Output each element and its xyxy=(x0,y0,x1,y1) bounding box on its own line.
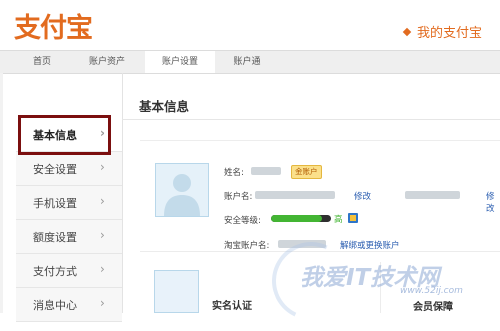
active-item-highlight xyxy=(18,115,111,155)
user-silhouette-icon xyxy=(164,174,200,216)
email-value-blurred xyxy=(405,191,460,199)
member-protection-title: 会员保障 xyxy=(413,302,453,313)
security-level-bar xyxy=(271,215,331,222)
chevron-right-icon: › xyxy=(100,228,105,242)
real-name-title: 实名认证 xyxy=(212,301,252,312)
sidebar-item-phone[interactable]: 手机设置 › xyxy=(16,186,122,220)
avatar xyxy=(155,163,209,217)
sidebar-item-label: 额度设置 xyxy=(33,231,77,244)
content-divider xyxy=(122,73,123,313)
unbind-taobao-link[interactable]: 解绑或更换账户 xyxy=(340,239,400,251)
security-level-text: 高 xyxy=(334,215,343,225)
nav-account-assets[interactable]: 账户资产 xyxy=(75,51,139,73)
security-level-fill xyxy=(271,215,322,222)
sidebar-item-label: 安全设置 xyxy=(33,163,77,176)
chevron-right-icon: › xyxy=(100,194,105,208)
edit-account-link[interactable]: 修改 xyxy=(354,190,371,202)
my-alipay-link[interactable]: 我的支付宝 xyxy=(402,22,482,41)
sidebar-item-payment[interactable]: 支付方式 › xyxy=(16,254,122,288)
nav-account-settings[interactable]: 账户设置 xyxy=(145,51,215,73)
diamond-icon xyxy=(402,27,412,36)
header: 支付宝 我的支付宝 xyxy=(0,0,500,50)
card-top-border xyxy=(140,140,500,141)
title-divider xyxy=(122,119,500,120)
id-card-icon xyxy=(154,270,199,313)
account-label: 账户名: xyxy=(224,192,253,202)
gold-account-badge: 金账户 xyxy=(291,165,322,179)
sidebar-item-limit[interactable]: 额度设置 › xyxy=(16,220,122,254)
sidebar-item-label: 消息中心 xyxy=(33,299,77,312)
chevron-right-icon: › xyxy=(100,262,105,276)
top-nav: 首页 账户资产 账户设置 账户通 xyxy=(0,50,500,74)
nav-home[interactable]: 首页 xyxy=(20,51,64,73)
account-value-blurred xyxy=(255,191,335,199)
security-level-label: 安全等级: xyxy=(224,216,261,226)
edit-email-link[interactable]: 修改 xyxy=(486,190,500,214)
taobao-account-label: 淘宝账户名: xyxy=(224,241,270,251)
sidebar-item-label: 支付方式 xyxy=(33,265,77,278)
my-alipay-label: 我的支付宝 xyxy=(416,26,482,41)
nav-account-pass[interactable]: 账户通 xyxy=(222,51,272,73)
sidebar-item-label: 手机设置 xyxy=(33,197,77,210)
chevron-right-icon: › xyxy=(100,160,105,174)
sidebar-item-messages[interactable]: 消息中心 › xyxy=(16,288,122,322)
page-title: 基本信息 xyxy=(139,99,190,114)
name-label: 姓名: xyxy=(224,168,244,178)
watermark-url: www.52ij.com xyxy=(400,286,463,296)
left-shade xyxy=(0,73,3,313)
alipay-logo[interactable]: 支付宝 xyxy=(14,6,93,45)
chevron-right-icon: › xyxy=(100,296,105,310)
certificate-icon[interactable] xyxy=(348,213,358,223)
name-value-blurred xyxy=(251,167,281,175)
sidebar-item-security[interactable]: 安全设置 › xyxy=(16,152,122,186)
